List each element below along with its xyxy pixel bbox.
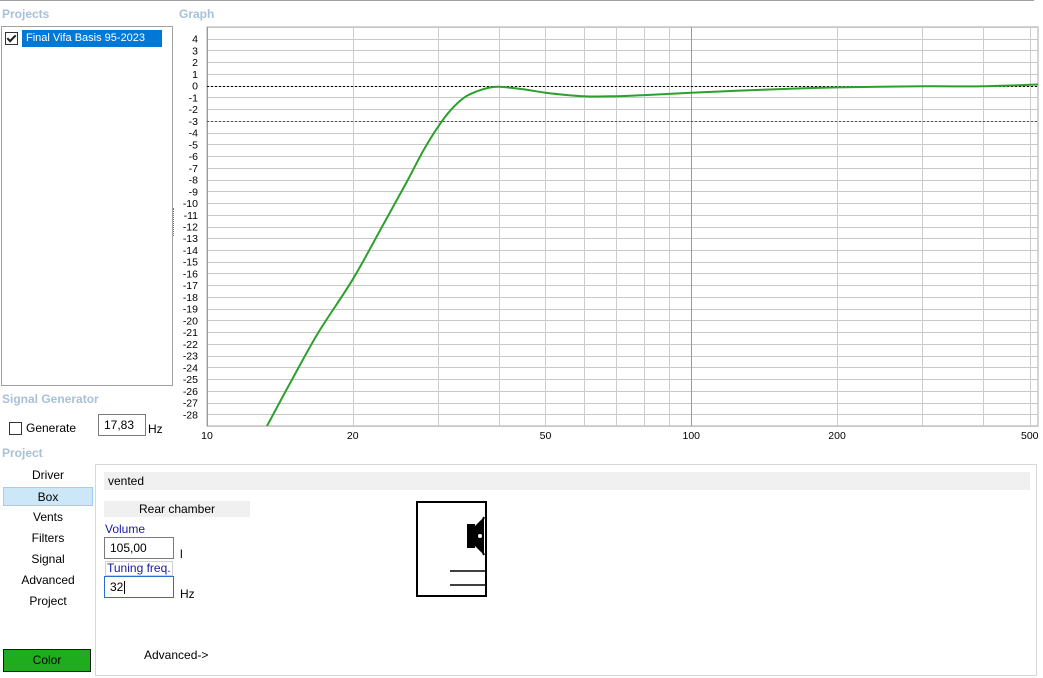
generate-checkbox[interactable]	[9, 421, 22, 435]
y-tick-label: -4	[189, 128, 198, 140]
x-tick-label: 10	[201, 430, 213, 442]
nav-item-box[interactable]: Box	[3, 487, 93, 506]
y-tick-label: -18	[183, 292, 198, 304]
project-section-title: Project	[2, 446, 43, 460]
y-tick-label: -24	[183, 362, 198, 374]
y-axis-labels: 43210-1-2-3-4-5-6-7-8-9-10-11-12-13-14-1…	[183, 34, 198, 422]
y-tick-label: 4	[192, 34, 198, 46]
projects-list[interactable]: Final Vifa Basis 95-2023	[1, 26, 173, 386]
graph-title: Graph	[179, 7, 215, 21]
y-tick-label: -16	[183, 268, 198, 280]
generate-control[interactable]: Generate	[9, 421, 76, 435]
x-tick-label: 20	[347, 430, 359, 442]
vented-box-diagram-icon	[416, 501, 487, 597]
x-tick-label: 50	[540, 430, 552, 442]
nav-item-project[interactable]: Project	[3, 592, 93, 611]
y-tick-label: -10	[183, 198, 198, 210]
y-tick-label: -22	[183, 339, 198, 351]
tuning-frequency-label: Tuning freq.	[105, 561, 173, 576]
y-tick-label: -19	[183, 304, 198, 316]
volume-unit: l	[180, 547, 183, 561]
x-axis-labels: 10 20 50 100 200 500	[201, 430, 1039, 442]
y-tick-label: 0	[192, 81, 198, 93]
y-tick-label: -20	[183, 315, 198, 327]
advanced-link[interactable]: Advanced->	[144, 648, 208, 662]
y-tick-label: -9	[189, 186, 198, 198]
y-tick-label: -17	[183, 280, 198, 292]
signal-generator-title: Signal Generator	[2, 392, 99, 406]
x-tick-label: 500	[1021, 430, 1039, 442]
y-tick-label: -1	[189, 92, 198, 104]
volume-input[interactable]: 105,00	[104, 537, 174, 559]
y-tick-label: -6	[189, 151, 198, 163]
x-tick-label: 200	[828, 430, 846, 442]
y-tick-label: -14	[183, 245, 198, 257]
list-item[interactable]: Final Vifa Basis 95-2023	[5, 29, 162, 47]
projects-title: Projects	[2, 7, 50, 21]
volume-label: Volume	[105, 522, 146, 536]
top-divider	[0, 0, 1034, 1]
y-tick-label: -5	[189, 139, 198, 151]
y-tick-label: -15	[183, 257, 198, 269]
project-label[interactable]: Final Vifa Basis 95-2023	[22, 29, 162, 47]
y-tick-label: -11	[184, 210, 199, 222]
project-checkbox[interactable]	[5, 31, 18, 45]
frequency-input[interactable]: 17,83	[98, 414, 146, 436]
text-cursor	[124, 580, 126, 594]
y-tick-label: -28	[183, 409, 198, 421]
y-tick-label: -2	[189, 104, 198, 116]
y-tick-label: 2	[192, 57, 198, 69]
tuning-frequency-input[interactable]: 32	[104, 576, 174, 598]
y-tick-label: -13	[183, 233, 198, 245]
y-tick-label: -26	[183, 386, 198, 398]
box-settings-panel	[95, 464, 1037, 676]
color-button[interactable]: Color	[3, 649, 91, 672]
nav-item-signal[interactable]: Signal	[3, 550, 93, 569]
nav-item-advanced[interactable]: Advanced	[3, 571, 93, 590]
y-tick-label: -21	[183, 327, 198, 339]
generate-label: Generate	[26, 421, 77, 435]
rear-chamber-header: Rear chamber	[104, 501, 250, 517]
tuning-frequency-value: 32	[110, 580, 124, 594]
y-tick-label: -8	[189, 175, 198, 187]
y-tick-label: -7	[189, 163, 198, 175]
y-tick-label: -25	[183, 374, 198, 386]
tuning-frequency-unit: Hz	[180, 587, 195, 601]
y-tick-label: 3	[192, 45, 198, 57]
frequency-response-chart: 43210-1-2-3-4-5-6-7-8-9-10-11-12-13-14-1…	[183, 26, 1039, 442]
y-tick-label: -12	[183, 222, 198, 234]
box-type-field[interactable]: vented	[104, 472, 1030, 490]
x-tick-label: 100	[682, 430, 700, 442]
y-tick-label: 1	[192, 69, 198, 81]
y-tick-label: -3	[189, 116, 198, 128]
nav-item-vents[interactable]: Vents	[3, 508, 93, 527]
nav-item-driver[interactable]: Driver	[3, 466, 93, 485]
frequency-unit: Hz	[148, 422, 163, 436]
y-tick-label: -23	[183, 351, 198, 363]
y-tick-label: -27	[183, 398, 198, 410]
nav-item-filters[interactable]: Filters	[3, 529, 93, 548]
